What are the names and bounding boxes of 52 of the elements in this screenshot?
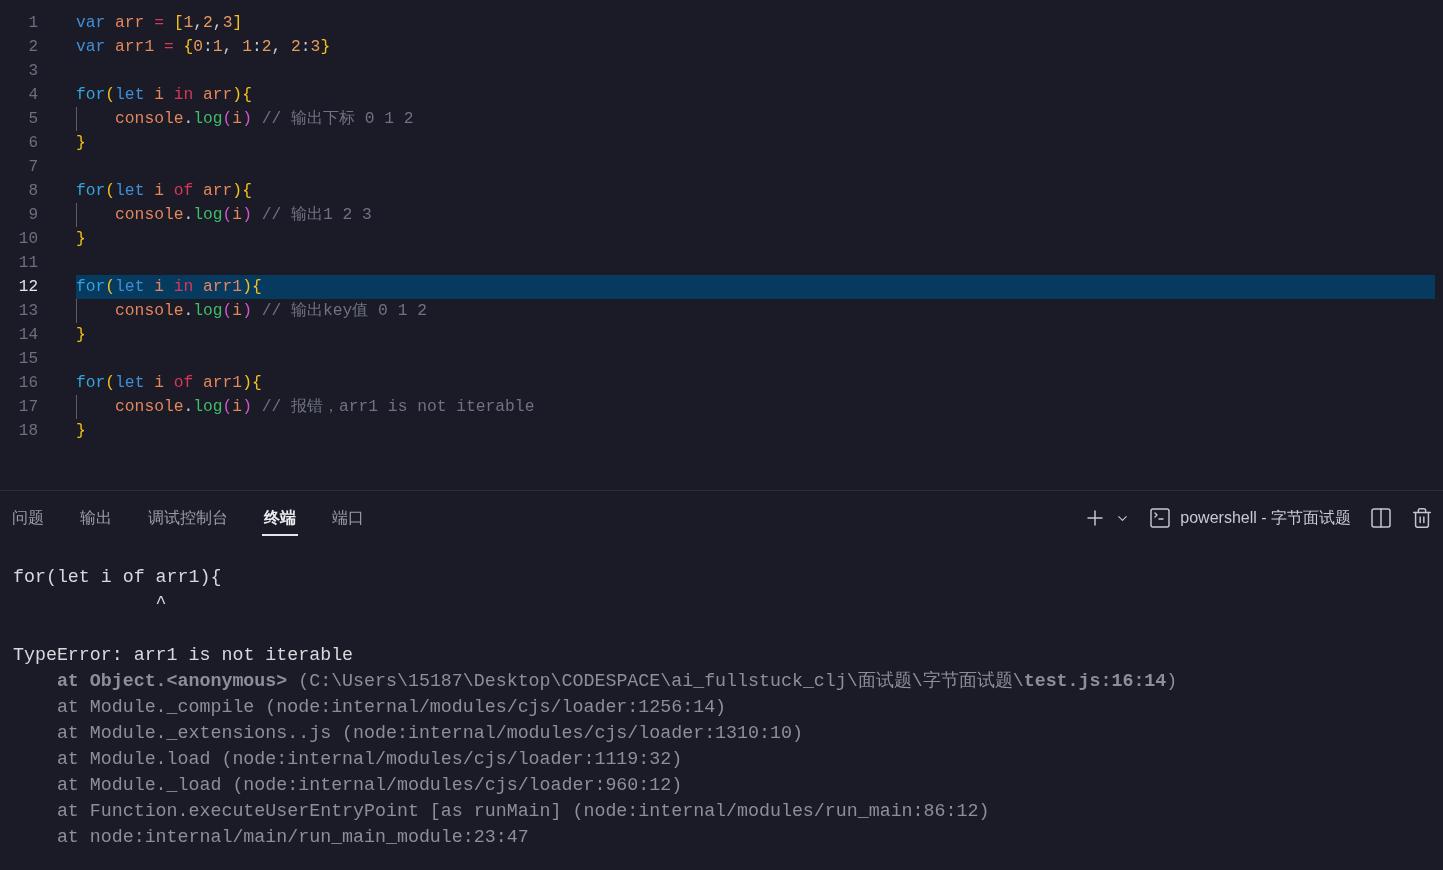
line-number: 12 — [17, 277, 38, 298]
line-number: 6 — [27, 133, 38, 154]
line-number: 8 — [27, 181, 38, 202]
stack-trace-line: at Module._compile (node:internal/modules/cjs/loader:1256:14) — [55, 696, 728, 719]
error-message: TypeError: arr1 is not iterable — [13, 644, 355, 667]
terminal-icon — [1148, 506, 1173, 530]
stack-trace-line: at node:internal/main/run_main_module:23:47 — [55, 826, 530, 849]
code-line: for(let i of arr1){ — [76, 372, 263, 394]
delete-terminal-button[interactable] — [1411, 507, 1433, 529]
line-number: 18 — [17, 421, 38, 442]
code-line: console.log(i) // 报错，arr1 is not iterable — [76, 395, 1435, 419]
line-number: 15 — [17, 349, 38, 370]
line-number: 4 — [27, 85, 38, 106]
code-line: var arr = [1,2,3] — [76, 12, 244, 34]
code-line: var arr1 = {0:1, 1:2, 2:3} — [76, 36, 332, 58]
panel-tab[interactable]: 输出 — [78, 500, 114, 536]
line-number: 11 — [17, 253, 38, 274]
split-icon — [1369, 506, 1393, 530]
panel-tab[interactable]: 终端 — [262, 500, 298, 536]
line-number: 10 — [17, 229, 38, 250]
trash-icon — [1411, 507, 1433, 529]
error-caret: ^ — [154, 592, 168, 615]
line-number: 7 — [27, 157, 38, 178]
panel-tab[interactable]: 调试控制台 — [146, 500, 230, 536]
line-number: 5 — [27, 109, 38, 130]
source-code-line: for(let i of arr1){ — [13, 566, 223, 589]
line-number: 16 — [17, 373, 38, 394]
terminal-selector[interactable]: powershell - 字节面试题 — [1148, 506, 1351, 530]
code-line: console.log(i) // 输出下标 0 1 2 — [76, 107, 1435, 131]
code-line: } — [76, 324, 87, 346]
line-number: 3 — [27, 61, 38, 82]
code-line: for(let i of arr){ — [76, 180, 253, 202]
stack-trace-line: at Object.<anonymous> (C:\Users\15187\Desktop\CODESPACE\ai_fullstuck_clj\面试题\字节面试题\test.js:16:14) — [55, 670, 1179, 693]
code-line: } — [76, 228, 87, 250]
stack-trace-line: at Function.executeUserEntryPoint [as runMain] (node:internal/modules/run_main:86:12) — [55, 800, 991, 823]
stack-trace-line: at Module._extensions..js (node:internal/modules/cjs/loader:1310:10) — [55, 722, 804, 745]
split-terminal-button[interactable] — [1369, 506, 1393, 530]
code-line: } — [76, 132, 87, 154]
code-line: console.log(i) // 输出key值 0 1 2 — [76, 299, 1435, 323]
code-line: } — [76, 420, 87, 442]
line-number: 9 — [27, 205, 38, 226]
stack-trace-line: at Module.load (node:internal/modules/cjs/loader:1119:32) — [55, 748, 684, 771]
code-line: for(let i in arr){ — [76, 84, 253, 106]
panel-tab[interactable]: 问题 — [10, 500, 46, 536]
line-number: 2 — [27, 37, 38, 58]
line-number: 13 — [17, 301, 38, 322]
line-number: 17 — [17, 397, 38, 418]
stack-trace-line: at Module._load (node:internal/modules/cjs/loader:960:12) — [55, 774, 684, 797]
line-number: 1 — [27, 13, 38, 34]
line-number: 14 — [17, 325, 38, 346]
panel-tab[interactable]: 端口 — [330, 500, 366, 536]
code-line: console.log(i) // 输出1 2 3 — [76, 203, 1435, 227]
